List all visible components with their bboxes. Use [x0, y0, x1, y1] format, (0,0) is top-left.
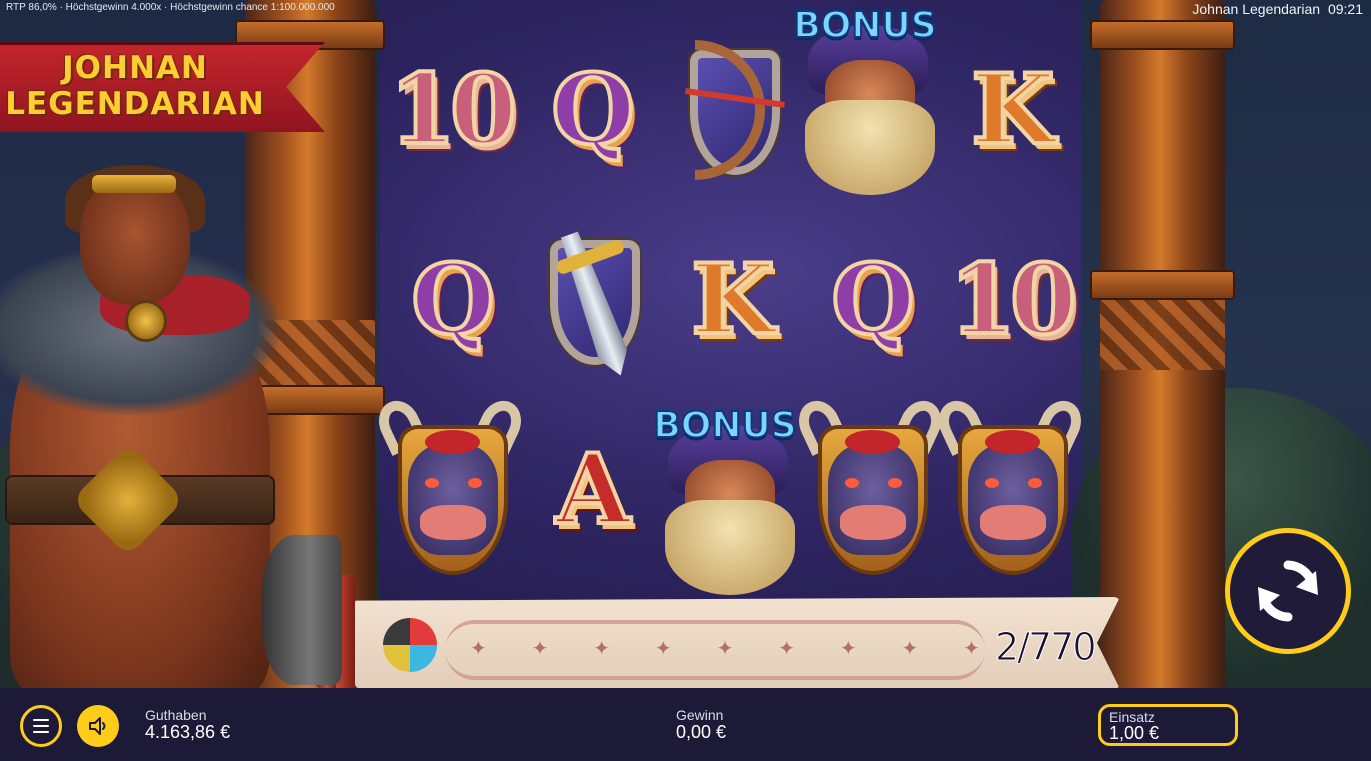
symbol-10: 10	[387, 53, 519, 166]
bet-value: 1,00 €	[1109, 723, 1160, 743]
progress-emblem-icon	[383, 618, 437, 672]
balance-value: 4.163,86 €	[145, 722, 231, 742]
game-info-text: RTP 86,0% · Höchstgewinn 4.000x · Höchst…	[6, 2, 335, 13]
symbol-a: A	[554, 433, 633, 546]
game-scene: JOHNAN LEGENDARIAN 10 Q BONUS K Q K Q 10…	[0, 0, 1371, 688]
symbol-10: 10	[947, 243, 1079, 356]
hero-character	[0, 165, 342, 688]
symbol-q: Q	[409, 243, 497, 356]
symbol-bow-shield	[660, 20, 800, 200]
sound-button[interactable]	[77, 705, 119, 747]
win-label: Gewinn	[676, 707, 724, 723]
hamburger-icon	[33, 719, 49, 733]
logo-line-1: JOHNAN	[62, 50, 208, 86]
symbol-bull	[371, 393, 529, 580]
symbol-bull	[931, 393, 1089, 580]
bet-selector[interactable]: Einsatz 1,00 €	[1098, 704, 1238, 746]
speaker-icon	[89, 717, 106, 735]
game-logo: JOHNAN LEGENDARIAN	[0, 42, 325, 132]
bonus-label: BONUS	[652, 404, 797, 447]
bonus-label: BONUS	[792, 4, 937, 47]
win-value: 0,00 €	[676, 722, 727, 742]
balance-label: Guthaben	[145, 707, 207, 723]
symbol-sword-shield	[520, 210, 660, 390]
symbol-k: K	[969, 53, 1056, 166]
title-clock: Johnan Legendarian 09:21	[1188, 1, 1363, 17]
spin-button[interactable]	[1225, 528, 1351, 654]
symbol-wizard-bonus: BONUS	[650, 404, 798, 595]
progress-counter: 2/770	[995, 625, 1098, 670]
menu-button[interactable]	[20, 705, 62, 747]
logo-line-2: LEGENDARIAN	[5, 86, 265, 122]
symbol-bull	[791, 393, 949, 580]
scroll-stars: ✦ ✦ ✦ ✦ ✦ ✦ ✦ ✦ ✦	[470, 638, 980, 660]
symbol-q: Q	[549, 53, 637, 166]
symbol-k: K	[689, 243, 776, 356]
symbol-wizard-bonus: BONUS	[790, 4, 938, 195]
symbol-q: Q	[829, 243, 917, 356]
spin-refresh-icon	[1258, 560, 1318, 622]
bottom-hud: Guthaben 4.163,86 € Gewinn 0,00 € Einsat…	[0, 688, 1371, 761]
clock: 09:21	[1327, 1, 1363, 17]
pillar-right	[1090, 0, 1235, 688]
game-title: Johnan Legendarian	[1192, 1, 1321, 17]
reel-grid: 10 Q BONUS K Q K Q 10 A BONUS	[371, 4, 1089, 610]
